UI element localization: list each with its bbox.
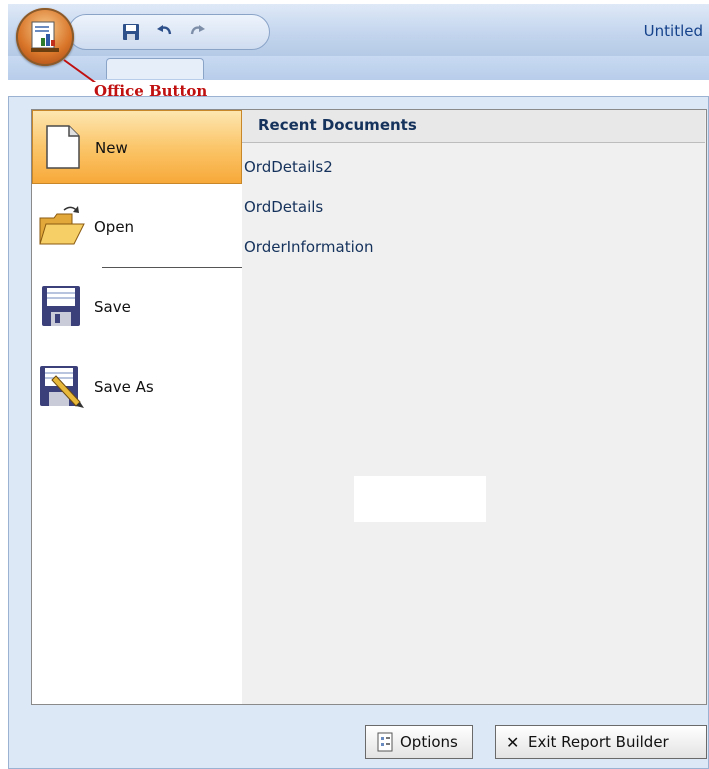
- close-icon: ✕: [506, 732, 520, 752]
- report-builder-icon: [29, 20, 61, 54]
- quick-access-toolbar: [68, 14, 270, 50]
- options-icon: [376, 732, 394, 752]
- options-label: Options: [400, 733, 458, 751]
- new-document-icon: [39, 123, 87, 171]
- recent-document-item[interactable]: OrdDetails2: [244, 158, 333, 176]
- window-title: Untitled: [643, 22, 703, 40]
- undo-icon[interactable]: [155, 23, 175, 41]
- command-list: New Open Save Save As: [31, 109, 243, 705]
- menu-item-label: Save: [94, 298, 131, 316]
- menu-item-label: Save As: [94, 378, 154, 396]
- exit-report-builder-button[interactable]: ✕ Exit Report Builder: [495, 725, 707, 759]
- recent-documents-header: Recent Documents: [242, 110, 705, 143]
- menu-item-save[interactable]: Save: [32, 270, 242, 344]
- recent-documents-panel: Recent Documents OrdDetails2 OrdDetails …: [242, 109, 707, 705]
- application-window: Untitled Office Button New Open Save Sav…: [0, 0, 709, 769]
- open-folder-icon: [38, 202, 86, 250]
- ribbon-tab-strip: [8, 56, 709, 80]
- blank-area: [354, 476, 486, 522]
- office-menu: New Open Save Save As Recent Documents O…: [8, 96, 709, 769]
- menu-item-label: Open: [94, 218, 135, 236]
- recent-document-item[interactable]: OrdDetails: [244, 198, 323, 216]
- title-bar: Untitled: [8, 4, 709, 57]
- exit-label: Exit Report Builder: [528, 733, 669, 751]
- recent-documents-title: Recent Documents: [258, 116, 417, 134]
- menu-item-open[interactable]: Open: [32, 190, 242, 264]
- redo-icon[interactable]: [187, 23, 207, 41]
- tab-home[interactable]: [106, 58, 204, 79]
- floppy-disk-icon: [38, 282, 86, 330]
- menu-item-new[interactable]: New: [32, 110, 242, 184]
- menu-item-save-as[interactable]: Save As: [32, 350, 242, 424]
- save-as-icon: [38, 362, 86, 410]
- menu-separator: [102, 267, 242, 268]
- options-button[interactable]: Options: [365, 725, 473, 759]
- save-icon[interactable]: [121, 23, 141, 41]
- recent-document-item[interactable]: OrderInformation: [244, 238, 373, 256]
- menu-item-label: New: [95, 139, 128, 157]
